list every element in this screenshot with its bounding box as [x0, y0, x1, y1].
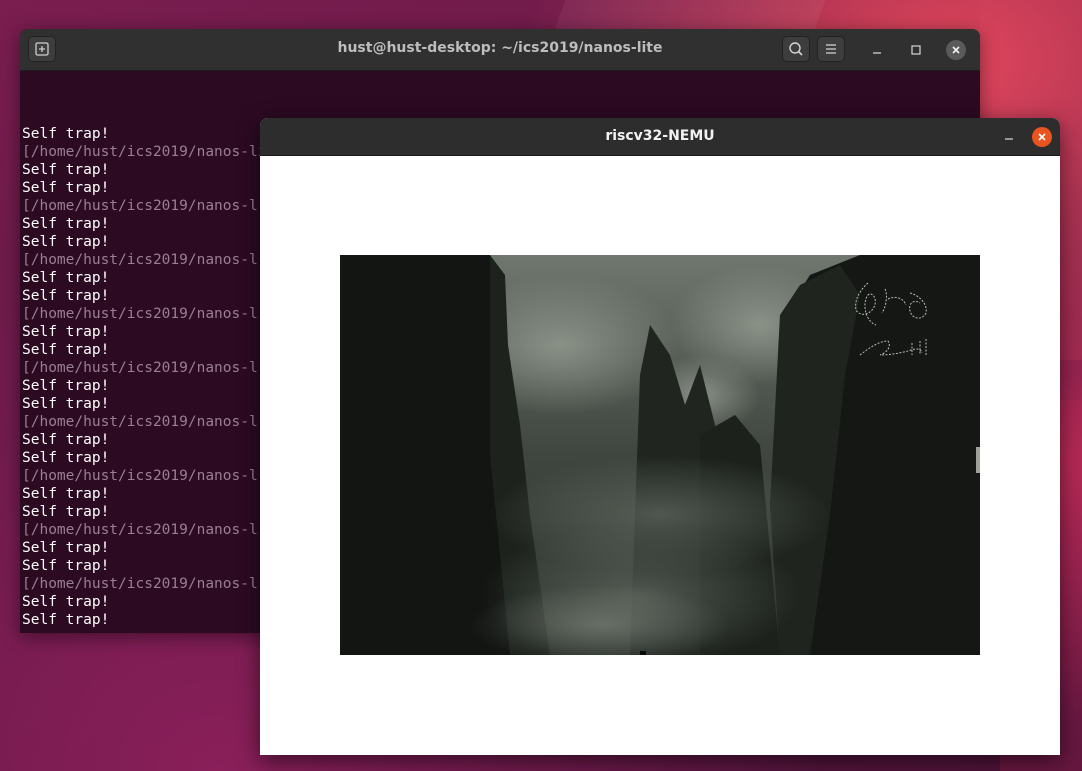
search-icon [789, 42, 803, 56]
minimize-icon [1005, 138, 1013, 140]
terminal-minimize-button[interactable] [868, 41, 886, 59]
nemu-close-button[interactable] [1032, 127, 1052, 147]
search-button[interactable] [782, 36, 810, 62]
nemu-title: riscv32-NEMU [605, 128, 715, 144]
terminal-titlebar[interactable]: hust@hust-desktop: ~/ics2019/nanos-lite [20, 29, 980, 71]
maximize-icon [911, 45, 921, 55]
minimize-icon [873, 52, 881, 54]
menu-button[interactable] [817, 36, 845, 62]
nemu-titlebar[interactable]: riscv32-NEMU [260, 118, 1060, 156]
misty-mountain-valley-image [340, 255, 980, 655]
terminal-maximize-button[interactable] [907, 41, 925, 59]
close-icon [952, 46, 960, 54]
close-icon [1038, 133, 1046, 141]
nemu-display[interactable] [340, 255, 980, 655]
terminal-close-button[interactable] [946, 40, 966, 60]
hamburger-menu-icon [826, 44, 836, 54]
nemu-minimize-button[interactable] [1000, 127, 1018, 145]
wallpaper-facet [554, 0, 826, 30]
nemu-window[interactable]: riscv32-NEMU [260, 118, 1060, 755]
